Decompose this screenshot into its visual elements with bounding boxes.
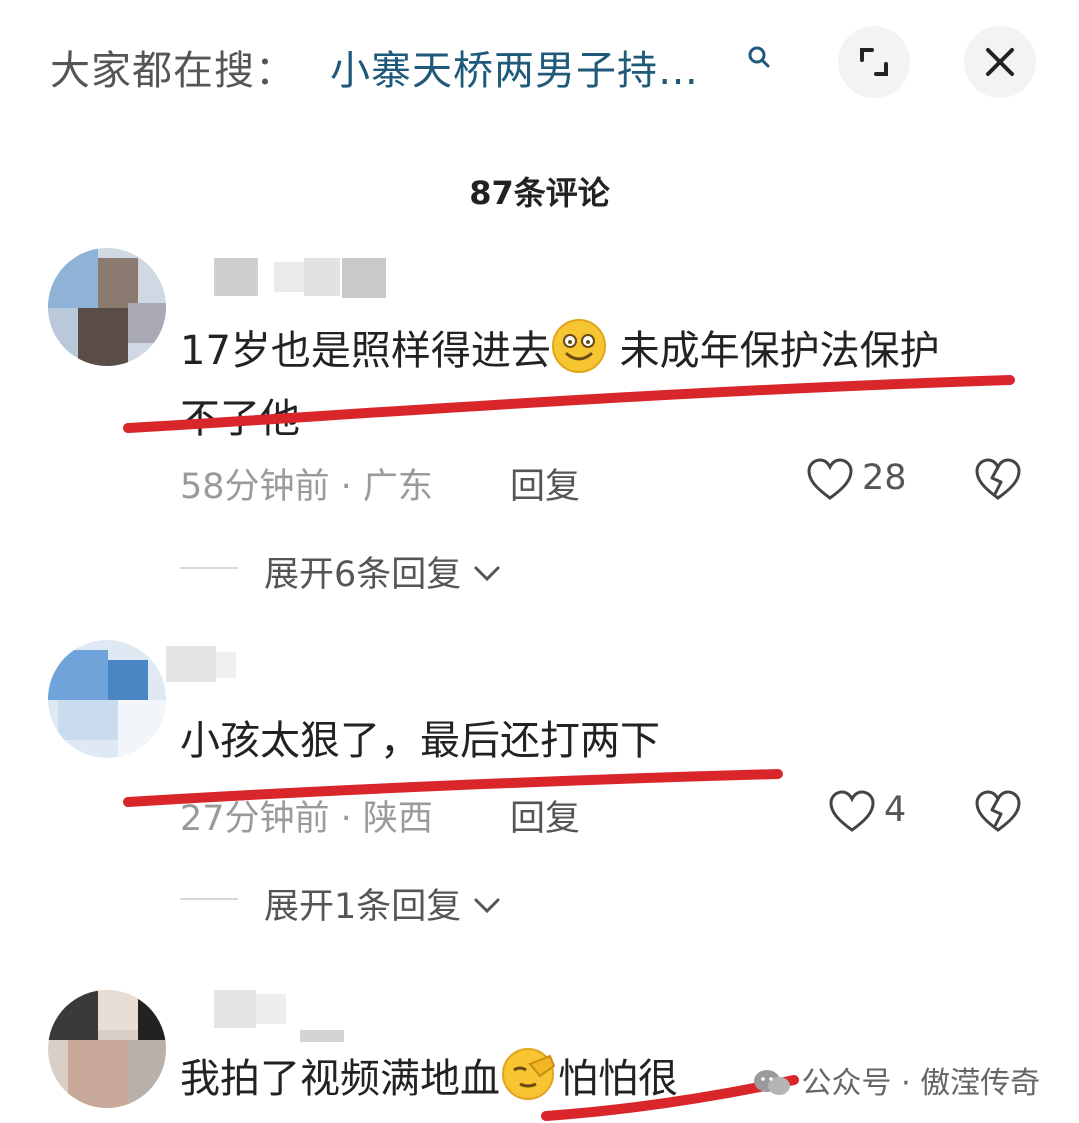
close-icon: [986, 48, 1014, 76]
comment-time-location: 27分钟前 · 陕西: [180, 799, 433, 839]
reply-button[interactable]: 回复: [510, 790, 580, 841]
username-blurred[interactable]: [214, 990, 344, 1042]
expand-replies-button[interactable]: 展开6条回复: [264, 546, 502, 597]
search-prefix: 大家都在搜：: [50, 48, 296, 94]
username-blurred[interactable]: [214, 258, 386, 298]
avatar[interactable]: [48, 248, 166, 366]
chevron-down-icon: [474, 898, 500, 914]
watermark: 公众号 · 傲滢传奇: [752, 1058, 1040, 1102]
avatar[interactable]: [48, 990, 166, 1108]
expand-icon: [860, 48, 888, 76]
like-count: 4: [884, 790, 907, 830]
reply-button[interactable]: 回复: [510, 458, 580, 509]
search-icon[interactable]: [746, 44, 772, 70]
like-count: 28: [862, 458, 907, 498]
close-button[interactable]: [964, 26, 1036, 98]
avatar[interactable]: [48, 640, 166, 758]
like-icon[interactable]: [806, 458, 854, 502]
chevron-down-icon: [474, 566, 500, 582]
search-suggestion-link[interactable]: 小寨天桥两男子持…: [330, 38, 699, 96]
comment-text: 小孩太狠了，最后还打两下: [180, 718, 660, 764]
username-blurred[interactable]: [166, 646, 246, 686]
dislike-icon[interactable]: [974, 790, 1022, 834]
divider: [180, 567, 238, 569]
comment-time-location: 58分钟前 · 广东: [180, 467, 433, 507]
red-underline: [123, 375, 1015, 433]
like-icon[interactable]: [828, 790, 876, 834]
dislike-icon[interactable]: [974, 458, 1022, 502]
divider: [180, 898, 238, 900]
wechat-icon: [754, 1070, 790, 1095]
fullscreen-button[interactable]: [838, 26, 910, 98]
expand-replies-button[interactable]: 展开1条回复: [264, 878, 502, 929]
comment-count-title: 87条评论: [469, 174, 610, 212]
